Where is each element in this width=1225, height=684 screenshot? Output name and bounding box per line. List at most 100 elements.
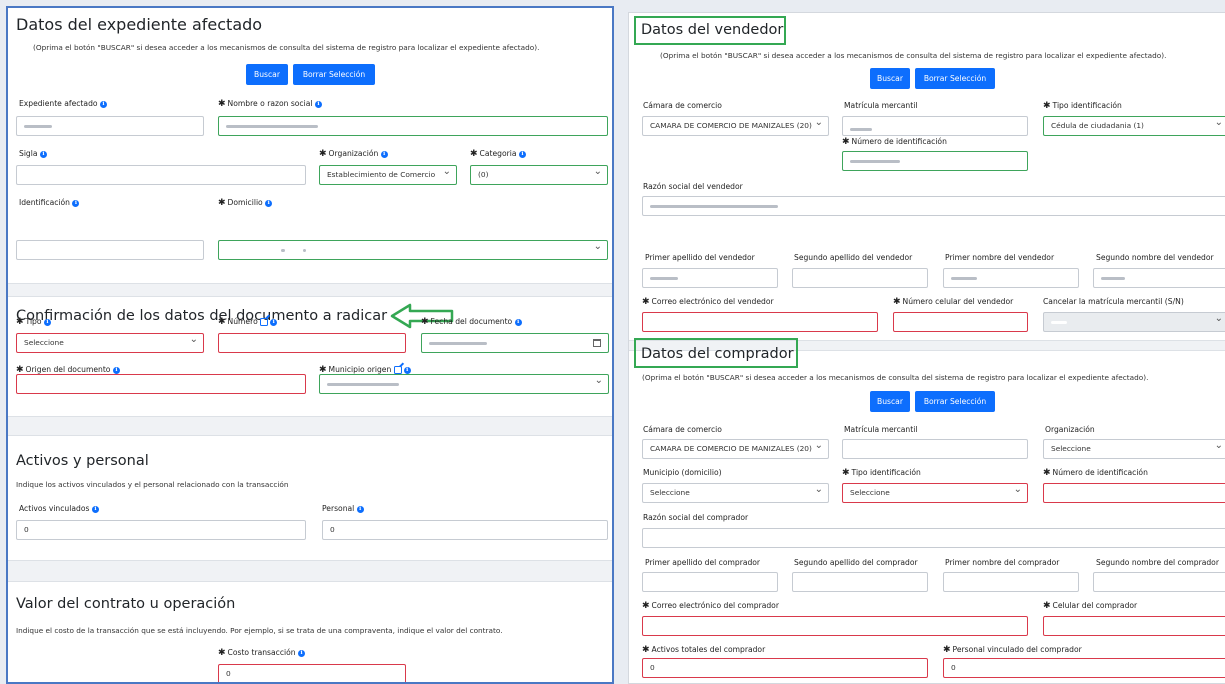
expediente-afectado-input[interactable] <box>16 116 204 136</box>
required-asterisk-icon: ✱ <box>943 645 951 655</box>
info-icon[interactable]: i <box>356 505 364 513</box>
comprador-num-id-input[interactable] <box>1043 483 1225 503</box>
info-icon[interactable]: i <box>43 318 51 326</box>
info-icon[interactable]: i <box>112 366 120 374</box>
expediente-afectado-label: Expediente afectado i <box>19 99 107 108</box>
vendedor-ape2-label: Segundo apellido del vendedor <box>794 253 913 262</box>
calendar-icon[interactable] <box>593 339 601 347</box>
numero-input[interactable] <box>218 333 406 353</box>
expediente-hint: (Oprima el botón "BUSCAR" si desea acced… <box>33 43 540 52</box>
section-separator <box>8 560 612 582</box>
required-asterisk-icon: ✱ <box>421 317 429 327</box>
comprador-razon-input[interactable] <box>642 528 1225 548</box>
info-icon[interactable]: i <box>99 100 107 108</box>
info-icon[interactable]: i <box>91 505 99 513</box>
comprador-personal-input[interactable]: 0 <box>943 658 1225 678</box>
vendedor-tipo-id-label: ✱ Tipo identificación <box>1043 101 1122 111</box>
vendedor-borrar-button[interactable]: Borrar Selección <box>915 68 995 89</box>
redacted-value <box>429 341 487 345</box>
comprador-nom1-input[interactable] <box>943 572 1079 592</box>
comprador-buscar-button[interactable]: Buscar <box>870 391 910 412</box>
vendedor-nom1-input[interactable] <box>943 268 1079 288</box>
comprador-activos-input[interactable]: 0 <box>642 658 928 678</box>
info-icon[interactable]: i <box>298 649 306 657</box>
info-icon[interactable]: i <box>39 150 47 158</box>
valor-hint: Indique el costo de la transacción que s… <box>16 626 503 635</box>
identificacion-input[interactable] <box>16 240 204 260</box>
categoria-select[interactable]: (0) <box>470 165 608 185</box>
vendedor-ape2-input[interactable] <box>792 268 928 288</box>
vendedor-correo-input[interactable] <box>642 312 878 332</box>
comprador-tipo-id-select[interactable]: Seleccione <box>842 483 1028 503</box>
comprador-ape2-input[interactable] <box>792 572 928 592</box>
comprador-razon-label: Razón social del comprador <box>643 513 749 522</box>
activos-vinculados-input[interactable]: 0 <box>16 520 306 540</box>
nombre-label: ✱ Nombre o razon social i <box>218 99 322 109</box>
origen-input[interactable] <box>16 374 306 394</box>
section-separator <box>8 416 612 436</box>
domicilio-label: ✱ Domicilio i <box>218 198 273 208</box>
comprador-municipio-label: Municipio (domicilio) <box>643 468 722 477</box>
personal-input[interactable]: 0 <box>322 520 608 540</box>
info-icon[interactable]: i <box>314 100 322 108</box>
required-asterisk-icon: ✱ <box>218 317 226 327</box>
edit-icon[interactable] <box>260 318 269 326</box>
info-icon[interactable]: i <box>518 150 526 158</box>
vendedor-tipo-id-select[interactable]: Cédula de ciudadania (1) <box>1043 116 1225 136</box>
vendedor-camara-select[interactable]: CAMARA DE COMERCIO DE MANIZALES (20) <box>642 116 829 136</box>
vendedor-nom2-input[interactable] <box>1093 268 1225 288</box>
expediente-buscar-button[interactable]: Buscar <box>246 64 288 85</box>
expediente-borrar-button[interactable]: Borrar Selección <box>293 64 375 85</box>
domicilio-select[interactable] <box>218 240 608 260</box>
info-icon[interactable]: i <box>265 199 273 207</box>
comprador-nom1-label: Primer nombre del comprador <box>945 558 1060 567</box>
comprador-organizacion-select[interactable]: Seleccione <box>1043 439 1225 459</box>
redacted-value <box>281 248 285 252</box>
info-icon[interactable]: i <box>72 199 80 207</box>
vendedor-celular-input[interactable] <box>893 312 1028 332</box>
comprador-celular-input[interactable] <box>1043 616 1225 636</box>
comprador-nom2-input[interactable] <box>1093 572 1225 592</box>
vendedor-matricula-label: Matrícula mercantil <box>844 101 918 110</box>
vendedor-buscar-button[interactable]: Buscar <box>870 68 910 89</box>
comprador-matricula-input[interactable] <box>842 439 1028 459</box>
redacted-value <box>1101 276 1125 280</box>
activos-vinculados-label: Activos vinculados i <box>19 504 99 513</box>
sigla-input[interactable] <box>16 165 306 185</box>
tipo-select[interactable]: Seleccione <box>16 333 204 353</box>
comprador-correo-input[interactable] <box>642 616 1028 636</box>
comprador-title: Datos del comprador <box>641 346 794 362</box>
comprador-num-id-label: ✱ Número de identificación <box>1043 468 1148 478</box>
vendedor-ape1-input[interactable] <box>642 268 778 288</box>
right-form-panel: Datos del vendedor (Oprima el botón "BUS… <box>628 12 1225 684</box>
info-icon[interactable]: i <box>514 318 522 326</box>
required-asterisk-icon: ✱ <box>319 149 327 159</box>
nombre-input[interactable] <box>218 116 608 136</box>
municipio-origen-select[interactable] <box>319 374 609 394</box>
fecha-label: ✱ Fecha del documento i <box>421 317 522 327</box>
info-icon[interactable]: i <box>380 150 388 158</box>
info-icon[interactable]: i <box>270 318 278 326</box>
vendedor-title: Datos del vendedor <box>641 22 784 38</box>
edit-icon[interactable] <box>393 366 402 374</box>
comprador-matricula-label: Matrícula mercantil <box>844 425 918 434</box>
costo-label: ✱ Costo transacción i <box>218 648 306 658</box>
redacted-value <box>951 276 977 280</box>
redacted-value <box>850 159 900 163</box>
costo-input[interactable]: 0 <box>218 664 406 682</box>
vendedor-num-id-input[interactable] <box>842 151 1028 171</box>
required-asterisk-icon: ✱ <box>1043 601 1051 611</box>
fecha-input[interactable] <box>421 333 609 353</box>
comprador-ape1-input[interactable] <box>642 572 778 592</box>
info-icon[interactable]: i <box>403 366 411 374</box>
vendedor-hint: (Oprima el botón "BUSCAR" si desea acced… <box>660 51 1167 60</box>
vendedor-cancelar-select[interactable] <box>1043 312 1225 332</box>
vendedor-matricula-input[interactable] <box>842 116 1028 136</box>
vendedor-razon-input[interactable] <box>642 196 1225 216</box>
comprador-camara-select[interactable]: CAMARA DE COMERCIO DE MANIZALES (20) <box>642 439 829 459</box>
comprador-borrar-button[interactable]: Borrar Selección <box>915 391 995 412</box>
comprador-municipio-select[interactable]: Seleccione <box>642 483 829 503</box>
required-asterisk-icon: ✱ <box>842 137 850 147</box>
sigla-label: Sigla i <box>19 149 47 158</box>
organizacion-select[interactable]: Establecimiento de Comercio <box>319 165 457 185</box>
